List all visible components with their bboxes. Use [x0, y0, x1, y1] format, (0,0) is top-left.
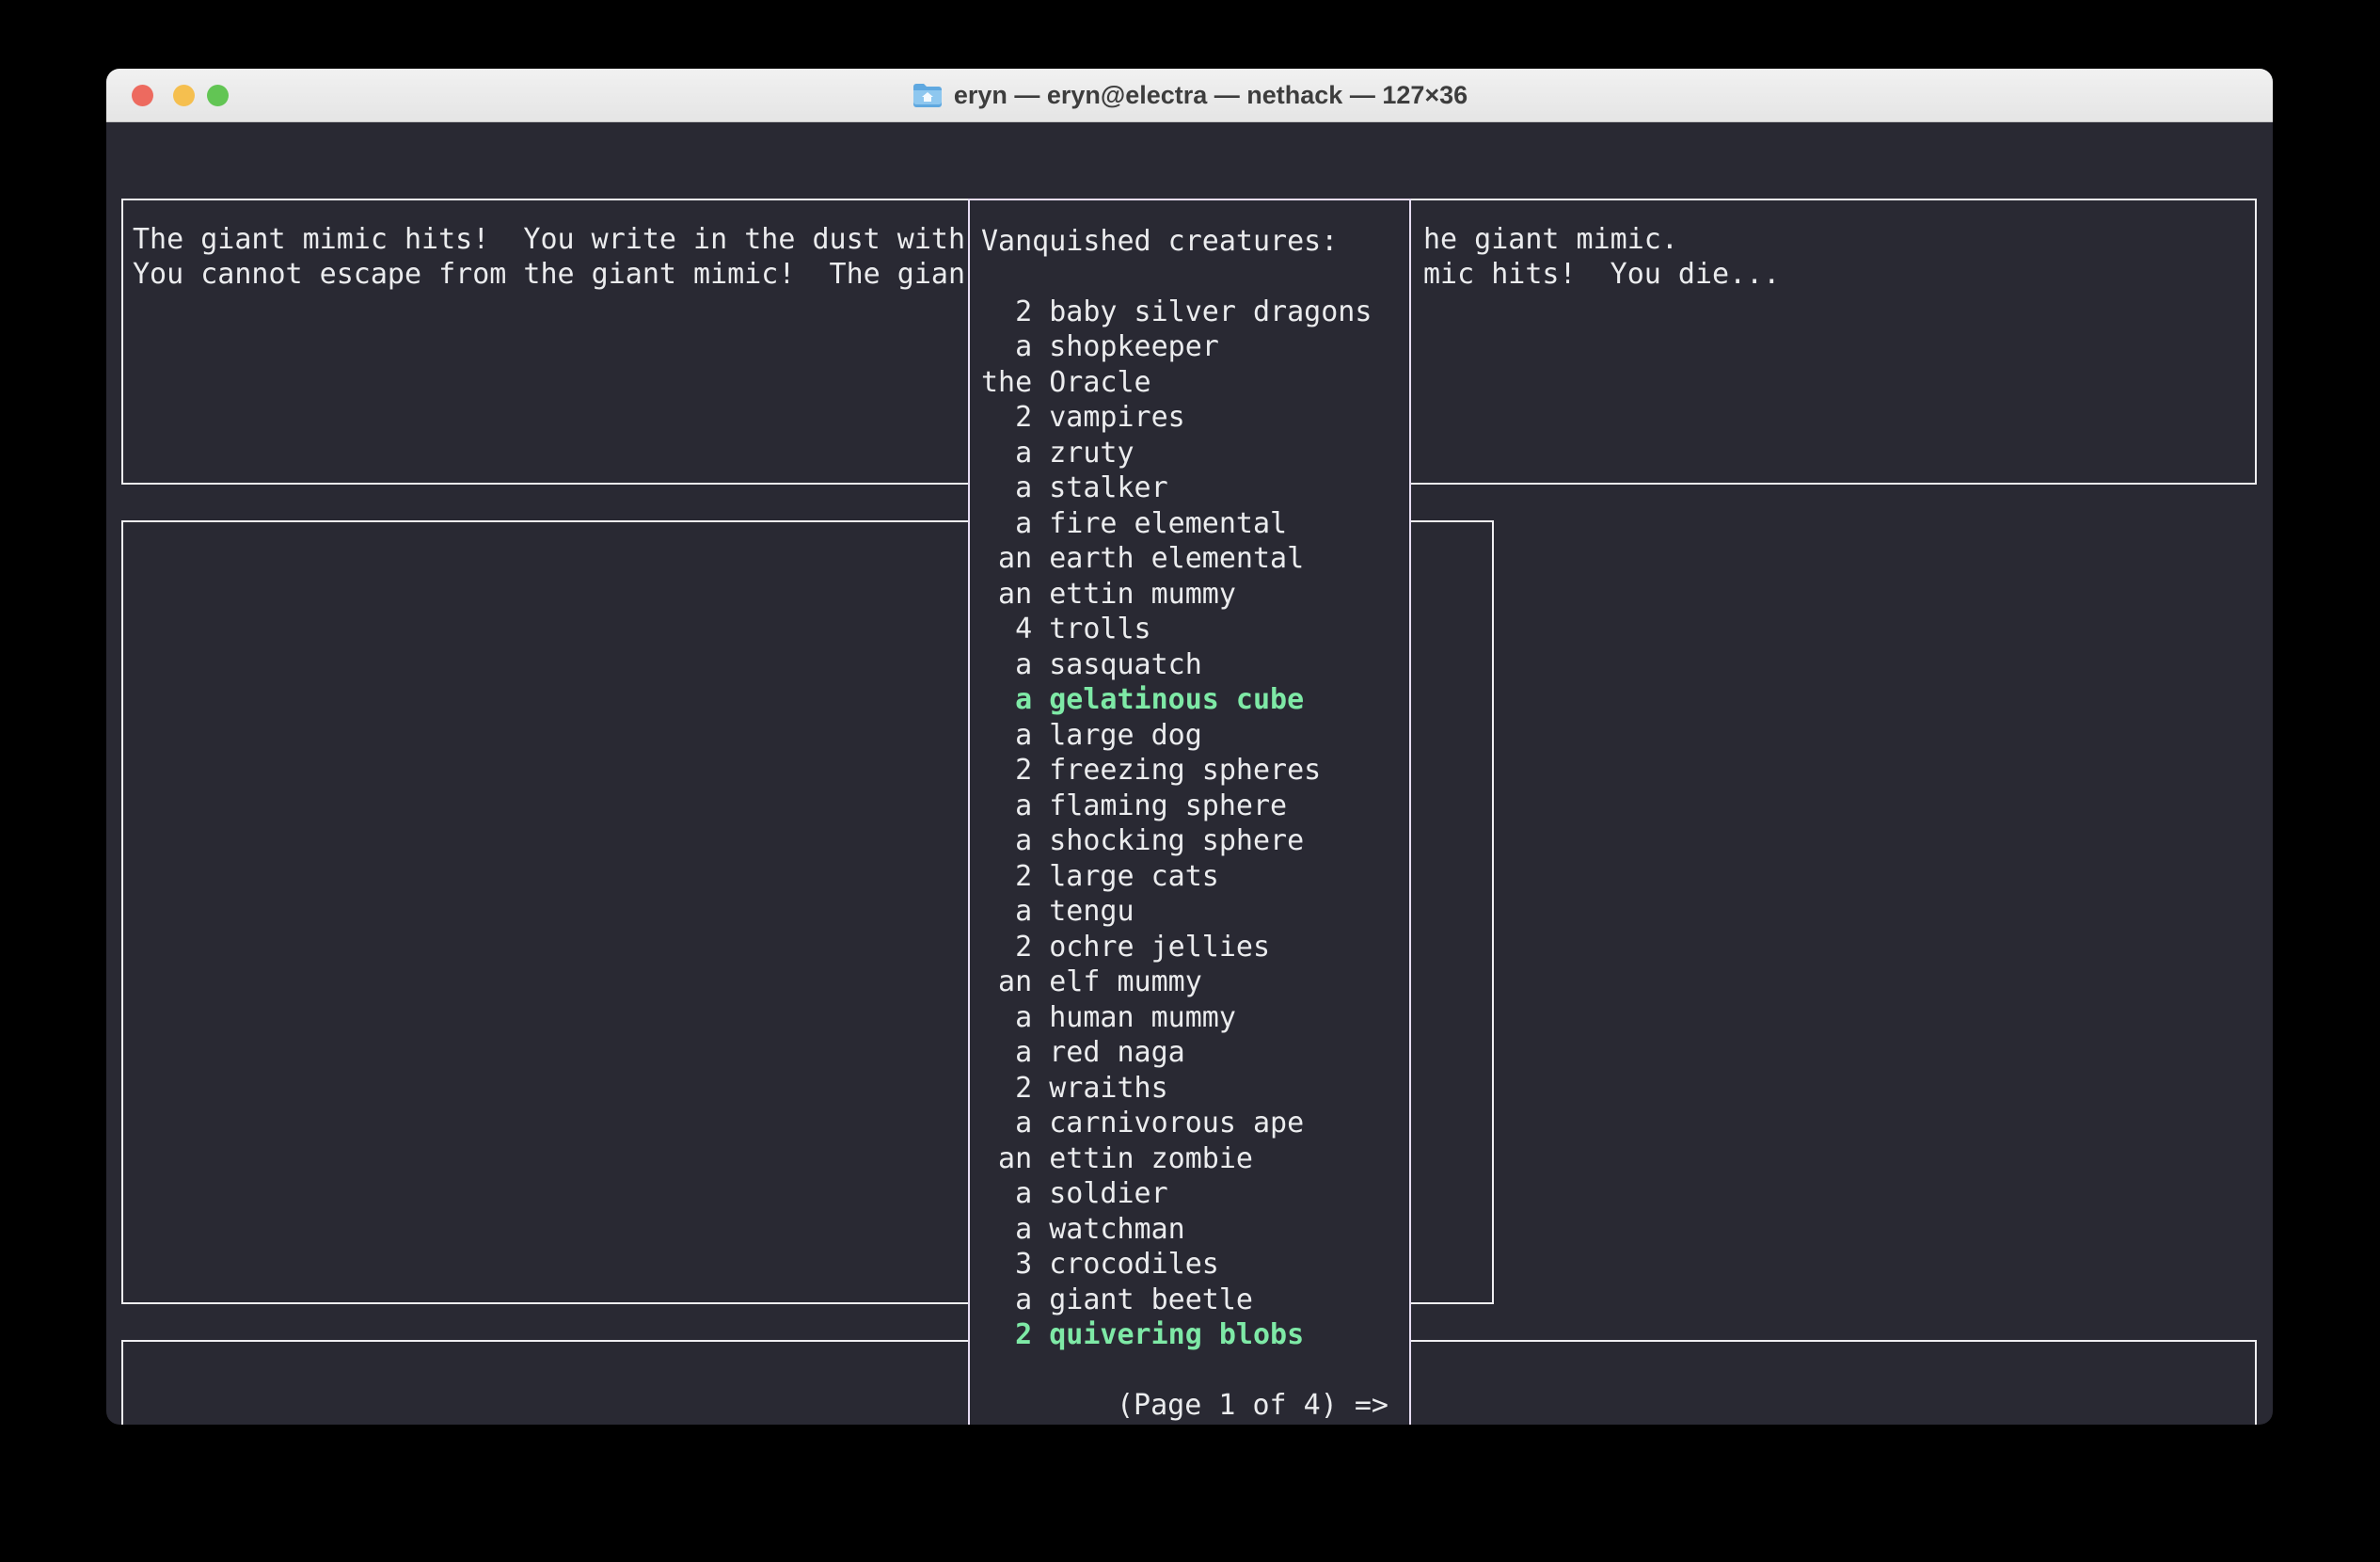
menu-item: a shopkeeper: [981, 329, 1219, 365]
desktop: { "window": { "title": "eryn — eryn@elec…: [0, 0, 2380, 1562]
folder-icon: [912, 82, 944, 108]
menu-item: a tengu: [981, 894, 1134, 930]
menu-item: a shocking sphere: [981, 823, 1304, 859]
menu-item: a watchman: [981, 1212, 1185, 1248]
menu-item: a carnivorous ape: [981, 1106, 1304, 1141]
message-line-2: You cannot escape from the giant mimic! …: [133, 257, 965, 293]
menu-item: 2 wraiths: [981, 1071, 1168, 1107]
menu-item: a human mummy: [981, 1000, 1236, 1036]
window-title: eryn — eryn@electra — nethack — 127×36: [954, 81, 1468, 110]
minimize-button[interactable]: [173, 85, 195, 106]
menu-item: a stalker: [981, 470, 1168, 506]
menu-item: 2 ochre jellies: [981, 930, 1270, 965]
menu-title: Vanquished creatures:: [981, 224, 1338, 260]
menu-item: a large dog: [981, 718, 1202, 754]
menu-item: a giant beetle: [981, 1283, 1253, 1318]
vanquished-creatures-panel: Vanquished creatures: 2 baby silver drag…: [968, 199, 1411, 1425]
message-line-1: The giant mimic hits! You write in the d…: [133, 222, 965, 258]
menu-item: 2 vampires: [981, 400, 1185, 436]
menu-item: the Oracle: [981, 365, 1151, 401]
menu-item: 3 crocodiles: [981, 1247, 1219, 1283]
menu-item: 2 baby silver dragons: [981, 295, 1372, 330]
menu-item: 2 quivering blobs: [981, 1317, 1304, 1353]
zoom-button[interactable]: [207, 85, 229, 106]
window-titlebar[interactable]: eryn — eryn@electra — nethack — 127×36: [106, 69, 2273, 122]
message-line-2-continued: mic hits! You die...: [1423, 257, 1780, 293]
menu-item: 4 trolls: [981, 612, 1151, 647]
menu-item: a soldier: [981, 1176, 1168, 1212]
menu-item: a flaming sphere: [981, 789, 1287, 824]
menu-item: an ettin mummy: [981, 577, 1236, 613]
terminal-window: eryn — eryn@electra — nethack — 127×36 T…: [106, 69, 2273, 1425]
page-indicator: (Page 1 of 4) =>: [1117, 1388, 1388, 1424]
menu-item: a fire elemental: [981, 506, 1287, 542]
menu-item: an earth elemental: [981, 541, 1304, 577]
menu-item: an elf mummy: [981, 964, 1202, 1000]
terminal-screen[interactable]: The giant mimic hits! You write in the d…: [106, 122, 2273, 1425]
message-line-1-continued: he giant mimic.: [1423, 222, 1678, 258]
menu-item: a zruty: [981, 436, 1134, 471]
menu-item: a red naga: [981, 1035, 1185, 1071]
menu-item: 2 freezing spheres: [981, 753, 1321, 789]
close-button[interactable]: [132, 85, 153, 106]
menu-item: 2 large cats: [981, 859, 1219, 895]
menu-item: a sasquatch: [981, 647, 1202, 683]
menu-item: an ettin zombie: [981, 1141, 1253, 1177]
menu-item: a gelatinous cube: [981, 682, 1304, 718]
